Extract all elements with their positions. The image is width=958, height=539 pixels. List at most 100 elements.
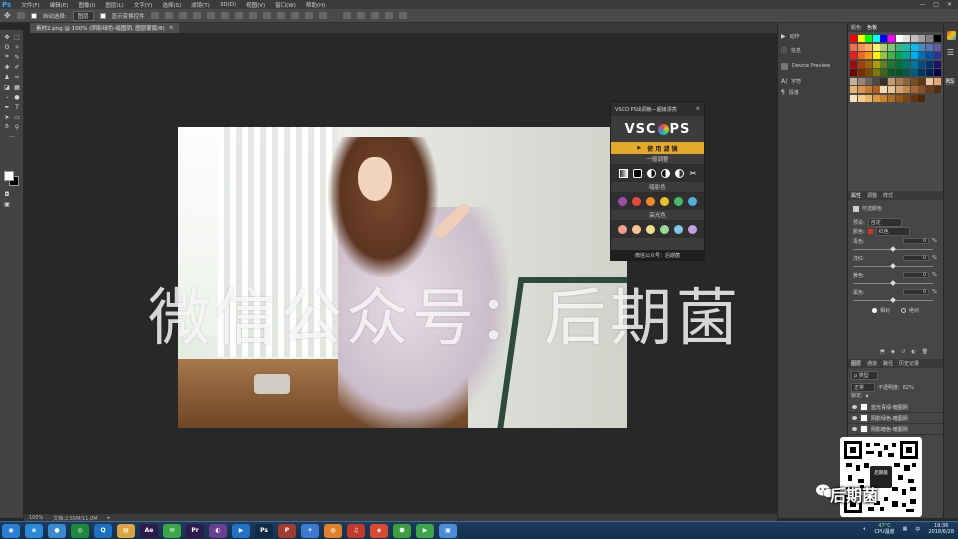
color-swatch[interactable]	[857, 86, 865, 93]
security-icon[interactable]: ⬢	[393, 523, 411, 538]
color-swatch[interactable]	[880, 35, 888, 42]
distribute-bottom-icon[interactable]	[262, 12, 271, 19]
distribute-hcenter-icon[interactable]	[290, 12, 299, 19]
color-swatch[interactable]	[926, 86, 933, 93]
color-swatch[interactable]	[910, 86, 918, 93]
contrast-adjust-icon[interactable]	[647, 169, 656, 178]
minimize-button[interactable]: —	[919, 1, 925, 8]
color-swatch[interactable]	[872, 94, 880, 102]
photoshop-icon[interactable]: Ps	[255, 523, 273, 538]
colors-dropdown[interactable]: 红色	[875, 227, 910, 236]
network-icon[interactable]: ▦	[903, 526, 908, 532]
color-swatch[interactable]	[857, 69, 865, 76]
color-swatch[interactable]	[888, 77, 895, 85]
menu-select[interactable]: 选择(S)	[157, 1, 186, 9]
view-previous-icon[interactable]: ◉	[891, 349, 895, 355]
color-swatch[interactable]	[857, 94, 865, 102]
monitor-icon[interactable]: ▣	[439, 523, 457, 538]
magenta-value[interactable]: 0	[903, 255, 929, 261]
3d-mode-drag-icon[interactable]	[370, 12, 379, 19]
crop-tool-icon[interactable]: ⌗	[3, 53, 11, 61]
black-value[interactable]: 0	[903, 289, 929, 295]
color-swatch[interactable]	[918, 52, 926, 59]
color-swatch[interactable]	[918, 60, 926, 68]
eye-icon[interactable]	[852, 416, 857, 420]
tools-adjust-icon[interactable]: ✂	[690, 169, 697, 178]
menu-image[interactable]: 图像(I)	[73, 1, 100, 9]
color-swatch[interactable]	[888, 35, 895, 42]
color-swatch[interactable]	[850, 52, 857, 59]
tab-paths[interactable]: 路径	[883, 360, 893, 367]
layer-row[interactable]: 阴影暗色-暗图阴	[848, 424, 944, 435]
tab-styles[interactable]: 样式	[883, 192, 893, 199]
color-swatch[interactable]	[865, 60, 873, 68]
color-swatch[interactable]	[880, 94, 888, 102]
netease-icon[interactable]: ♫	[347, 523, 365, 538]
color-swatch[interactable]	[910, 77, 918, 85]
color-swatch[interactable]	[872, 52, 880, 59]
distribute-top-icon[interactable]	[234, 12, 243, 19]
color-swatch[interactable]	[872, 35, 880, 42]
color-swatch[interactable]	[865, 52, 873, 59]
eye-icon[interactable]	[852, 427, 857, 431]
color-swatch[interactable]	[865, 94, 873, 102]
color-swatch[interactable]	[895, 69, 903, 76]
align-top-icon[interactable]	[150, 12, 159, 19]
menu-layer[interactable]: 图层(L)	[100, 1, 128, 9]
color-swatch[interactable]	[888, 43, 895, 51]
color-swatch[interactable]	[850, 60, 857, 68]
color-swatch[interactable]	[903, 77, 911, 85]
type-tool-icon[interactable]: T	[13, 103, 21, 111]
menu-filter[interactable]: 滤镜(T)	[186, 1, 215, 9]
auto-align-icon[interactable]	[318, 12, 327, 19]
yellow-slider[interactable]	[853, 280, 933, 286]
screen-mode-icon[interactable]: ▣	[3, 200, 11, 208]
color-swatch[interactable]	[910, 60, 918, 68]
after-effects-icon[interactable]: Ae	[140, 523, 158, 538]
cyan-slider-knob[interactable]	[890, 246, 896, 252]
shadow-color-red[interactable]	[632, 197, 642, 206]
show-transform-checkbox[interactable]	[99, 12, 106, 19]
color-swatch[interactable]	[933, 52, 941, 59]
tab-channels[interactable]: 通道	[867, 360, 877, 367]
highlight-color-green[interactable]	[659, 225, 669, 234]
color-swatch[interactable]	[865, 69, 873, 76]
color-swatch[interactable]	[880, 43, 888, 51]
color-swatch[interactable]	[933, 60, 941, 68]
highlight-color-violet[interactable]	[687, 225, 697, 234]
history-brush-tool-icon[interactable]: ✑	[13, 73, 21, 81]
menu-3d[interactable]: 3D(D)	[215, 2, 241, 8]
color-swatch[interactable]	[880, 52, 888, 59]
restore-button[interactable]: □	[933, 1, 939, 8]
color-swatch[interactable]	[895, 86, 903, 93]
color-panel-icon[interactable]	[947, 31, 956, 40]
color-swatch[interactable]	[903, 43, 911, 51]
color-swatch[interactable]	[857, 43, 865, 51]
tab-properties[interactable]: 属性	[851, 192, 861, 199]
color-swatch[interactable]	[865, 35, 873, 42]
shadow-color-yellow[interactable]	[659, 197, 669, 206]
lasso-tool-icon[interactable]: ʘ	[3, 43, 11, 51]
lock-icon[interactable]: 🔒︎	[866, 393, 869, 399]
color-swatch[interactable]	[895, 35, 903, 42]
zoom-tool-icon[interactable]: ⚲	[13, 123, 21, 131]
highlight-color-yellow[interactable]	[646, 225, 656, 234]
shadow-color-orange[interactable]	[646, 197, 656, 206]
color-swatch[interactable]	[926, 35, 933, 42]
brightness-adjust-icon[interactable]	[675, 169, 685, 178]
tab-swatches[interactable]: 色板	[867, 24, 877, 31]
color-swatch[interactable]	[872, 86, 880, 93]
paragraph-panel-button[interactable]: ¶ 段落	[781, 85, 799, 99]
align-right-icon[interactable]	[220, 12, 229, 19]
ppt-icon[interactable]: P	[278, 523, 296, 538]
menu-view[interactable]: 视图(V)	[241, 1, 270, 9]
tab-adjustments[interactable]: 调整	[867, 192, 877, 199]
menu-type[interactable]: 文字(Y)	[129, 1, 158, 9]
plugin-rs-icon[interactable]: RS	[945, 78, 955, 85]
blur-tool-icon[interactable]: 💧︎	[3, 93, 11, 101]
color-swatch[interactable]	[880, 86, 888, 93]
black-slider[interactable]	[853, 297, 933, 303]
color-swatch[interactable]	[872, 60, 880, 68]
quick-mask-icon[interactable]: ◘	[3, 190, 11, 198]
speaker-icon[interactable]: 🔈︎	[863, 526, 866, 532]
